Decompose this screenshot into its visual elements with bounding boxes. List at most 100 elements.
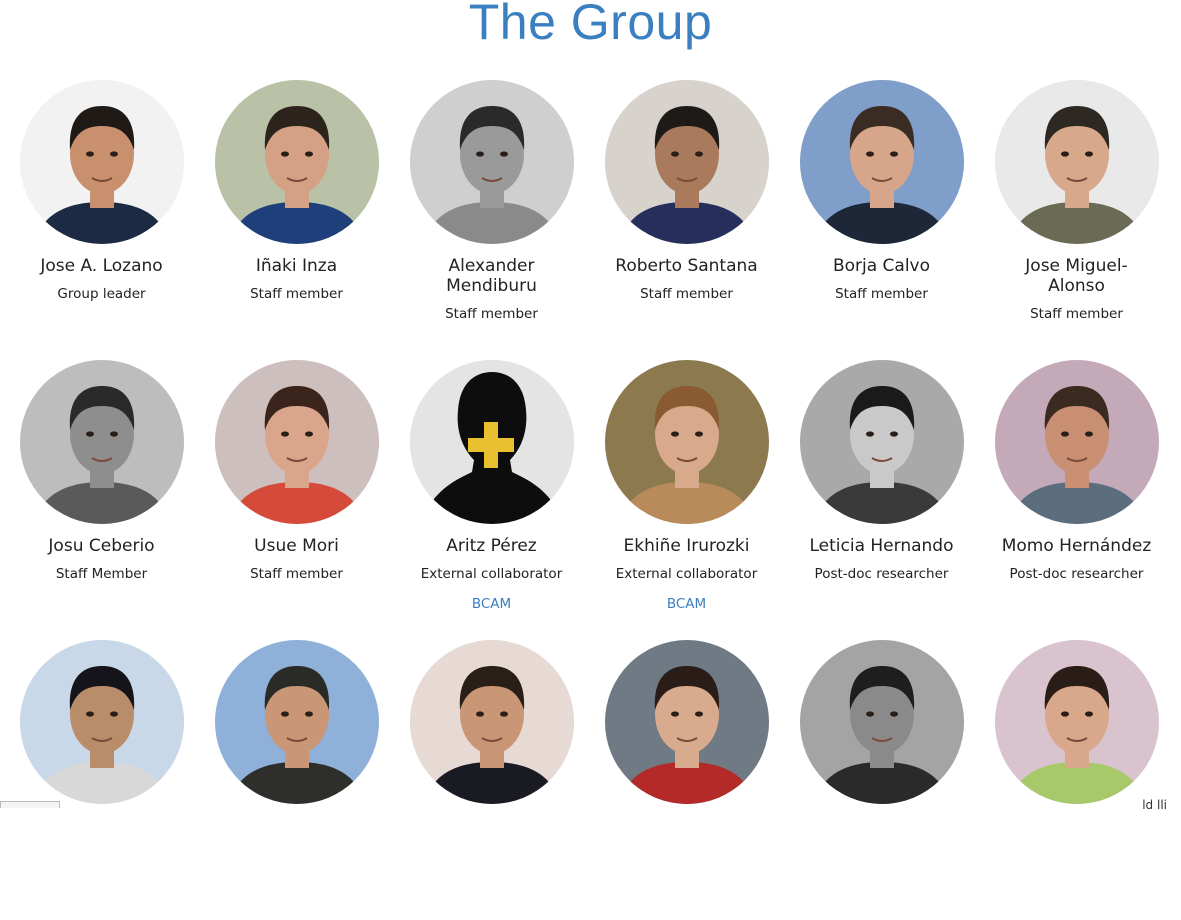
member-avatar (994, 640, 1159, 804)
left-eye (670, 431, 679, 437)
right-eye (694, 151, 703, 157)
left-eye (475, 711, 484, 717)
member-name: Momo Hernández (1001, 536, 1152, 556)
member-role: Staff member (835, 286, 928, 302)
member-name: Alexander Mendiburu (446, 256, 537, 296)
member-card (4, 640, 199, 920)
member-card (784, 640, 979, 920)
silhouette-icon (409, 360, 574, 524)
member-avatar (19, 640, 184, 804)
affiliation-link[interactable]: BCAM (472, 596, 511, 612)
member-role: Staff member (445, 306, 538, 322)
left-eye (865, 151, 874, 157)
portrait-photo (994, 80, 1159, 244)
portrait-photo (19, 80, 184, 244)
member-avatar (214, 360, 379, 524)
right-eye (109, 151, 118, 157)
member-role: Staff member (250, 566, 343, 582)
cropped-footer-text: ld lli (1142, 798, 1167, 812)
left-eye (1060, 431, 1069, 437)
member-name: Josu Ceberio (48, 536, 155, 556)
member-card: Jose A. Lozano Group leader (4, 80, 199, 360)
right-eye (304, 431, 313, 437)
portrait-photo (604, 360, 769, 524)
member-name: Ekhiñe Irurozki (623, 536, 750, 556)
member-role: Staff member (250, 286, 343, 302)
member-card (394, 640, 589, 920)
member-avatar (799, 640, 964, 804)
left-eye (1060, 151, 1069, 157)
member-avatar (604, 640, 769, 804)
member-avatar (799, 360, 964, 524)
member-role: Staff member (1030, 306, 1123, 322)
left-eye (865, 431, 874, 437)
member-card: Usue Mori Staff member (199, 360, 394, 640)
left-eye (280, 711, 289, 717)
right-eye (304, 711, 313, 717)
member-card: Aritz Pérez External collaborator BCAM (394, 360, 589, 640)
member-role: Post-doc researcher (1009, 566, 1144, 582)
left-eye (280, 151, 289, 157)
member-card: Iñaki Inza Staff member (199, 80, 394, 360)
page-title: The Group (468, 0, 713, 50)
portrait-photo (994, 640, 1159, 804)
left-eye (1060, 711, 1069, 717)
member-role: Group leader (57, 286, 146, 302)
member-avatar (409, 360, 574, 524)
portrait-photo (409, 640, 574, 804)
member-role: Staff Member (55, 566, 148, 582)
portrait-photo (19, 640, 184, 804)
member-card: Roberto Santana Staff member (589, 80, 784, 360)
member-card: Alexander Mendiburu Staff member (394, 80, 589, 360)
left-eye (85, 151, 94, 157)
portrait-photo (214, 640, 379, 804)
member-card: Josu Ceberio Staff Member (4, 360, 199, 640)
portrait-photo (799, 80, 964, 244)
member-card (979, 640, 1174, 920)
member-avatar (994, 80, 1159, 244)
member-role: Staff member (640, 286, 733, 302)
affiliation-link[interactable]: BCAM (667, 596, 706, 612)
portrait-photo (994, 360, 1159, 524)
member-avatar (19, 360, 184, 524)
right-eye (694, 431, 703, 437)
left-eye (280, 431, 289, 437)
member-card: Ekhiñe Irurozki External collaborator BCAM (589, 360, 784, 640)
left-eye (85, 711, 94, 717)
right-eye (1084, 151, 1093, 157)
portrait-photo (799, 640, 964, 804)
member-card (589, 640, 784, 920)
portrait-photo (604, 640, 769, 804)
right-eye (889, 151, 898, 157)
member-card: Leticia Hernando Post-doc researcher (784, 360, 979, 640)
member-role: External collaborator (420, 566, 563, 582)
right-eye (694, 711, 703, 717)
right-eye (889, 431, 898, 437)
right-eye (109, 711, 118, 717)
horizontal-scrollbar[interactable] (0, 801, 60, 808)
team-grid: Jose A. Lozano Group leader Iñaki Inza Staf… (4, 80, 1174, 920)
member-name: Iñaki Inza (255, 256, 338, 276)
member-name: Usue Mori (254, 536, 339, 556)
member-role: Post-doc researcher (814, 566, 949, 582)
left-eye (670, 151, 679, 157)
member-name: Roberto Santana (615, 256, 758, 276)
left-eye (85, 431, 94, 437)
left-eye (475, 151, 484, 157)
member-avatar (409, 80, 574, 244)
portrait-photo (214, 360, 379, 524)
right-eye (889, 711, 898, 717)
member-card: Momo Hernández Post-doc researcher (979, 360, 1174, 640)
member-name: Aritz Pérez (446, 536, 537, 556)
right-eye (499, 711, 508, 717)
member-card: Jose Miguel-Alonso Staff member (979, 80, 1174, 360)
portrait-photo (19, 360, 184, 524)
right-eye (1084, 711, 1093, 717)
member-card (199, 640, 394, 920)
member-name: Jose A. Lozano (40, 256, 163, 276)
member-name: Leticia Hernando (809, 536, 954, 556)
plus-horizontal (467, 438, 514, 452)
portrait-photo (409, 80, 574, 244)
member-name: Borja Calvo (832, 256, 931, 276)
left-eye (865, 711, 874, 717)
